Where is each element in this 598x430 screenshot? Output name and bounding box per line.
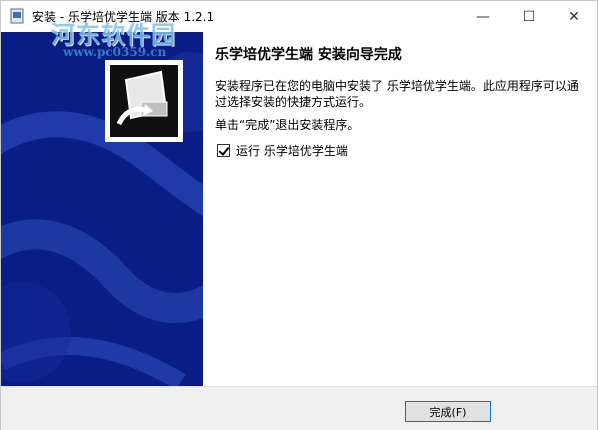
watermark-url: www.pc0359.cn <box>63 45 167 59</box>
footer-bar: 完成(F) <box>1 386 597 430</box>
finish-button[interactable]: 完成(F) <box>405 401 491 422</box>
content-panel: 乐学培优学生端 安装向导完成 安装程序已在您的电脑中安装了 乐学培优学生端。此应… <box>203 32 597 386</box>
minimize-button[interactable]: — <box>460 1 506 32</box>
maximize-button[interactable]: ☐ <box>506 1 552 32</box>
computer-install-icon <box>105 60 183 142</box>
sidebar-banner <box>1 32 203 386</box>
completion-description: 安装程序已在您的电脑中安装了 乐学培优学生端。此应用程序可以通过选择安装的快捷方… <box>215 79 579 109</box>
run-app-label: 运行 乐学培优学生端 <box>236 144 348 158</box>
run-app-checkbox[interactable] <box>217 144 230 157</box>
close-button[interactable]: ✕ <box>551 1 597 32</box>
installer-icon <box>10 8 24 24</box>
run-app-option[interactable]: 运行 乐学培优学生端 <box>217 142 348 159</box>
sidebar-art <box>1 32 203 386</box>
installer-window: 安装 - 乐学培优学生端 版本 1.2.1 — ☐ ✕ 河东软件园 www.pc… <box>0 0 598 430</box>
exit-hint: 单击“完成”退出安装程序。 <box>215 118 360 132</box>
page-title: 乐学培优学生端 安装向导完成 <box>215 47 402 63</box>
